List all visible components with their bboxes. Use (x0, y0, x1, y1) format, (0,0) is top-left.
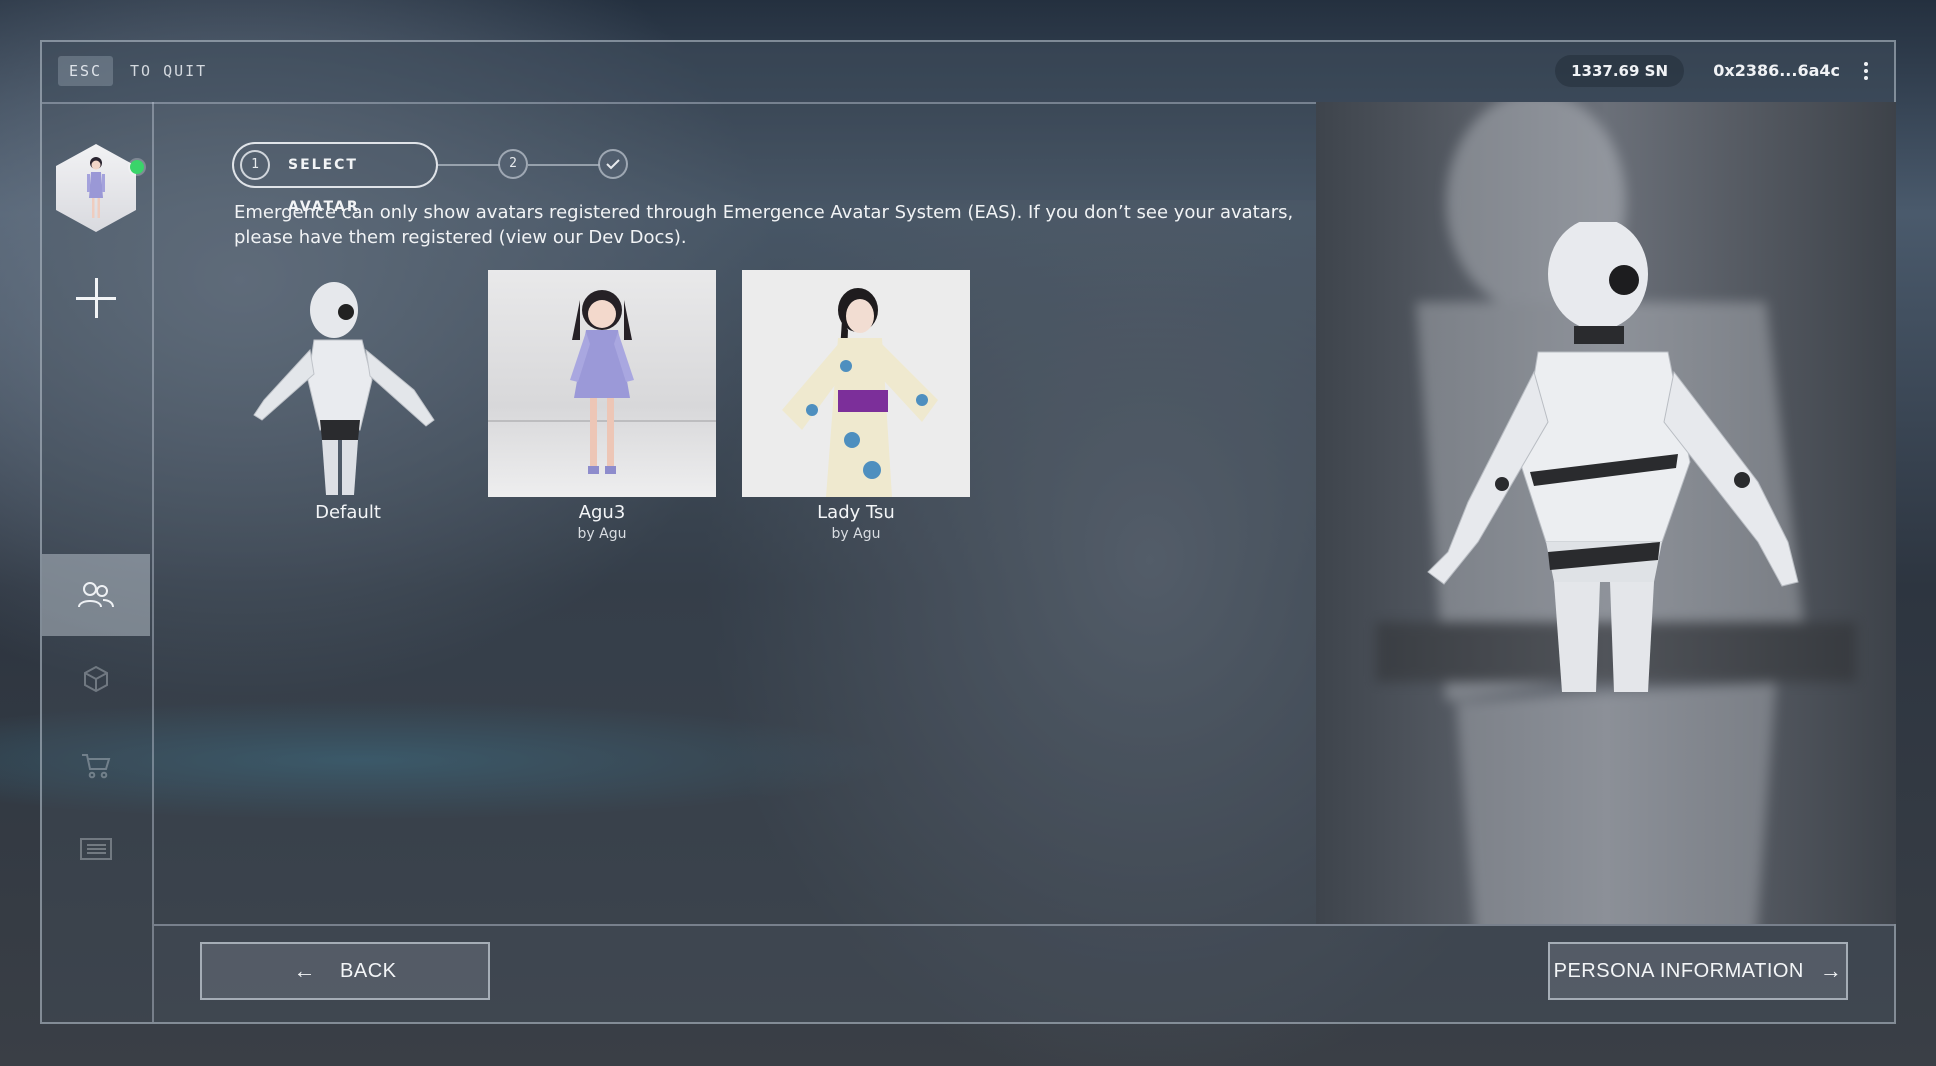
next-button-label: PERSONA INFORMATION (1553, 959, 1804, 982)
agu3-avatar-image (488, 290, 716, 474)
sidebar-item-marketplace[interactable] (42, 724, 150, 806)
avatar-thumbnail (742, 270, 970, 497)
wallet-address[interactable]: 0x2386...6a4c (1713, 55, 1840, 87)
add-persona-icon[interactable] (76, 278, 116, 318)
step-final[interactable] (598, 149, 628, 179)
avatar-figure (87, 157, 105, 218)
main-content: 1 SELECT AVATAR 2 Emergence can only sho… (154, 102, 1316, 924)
persona-avatar[interactable] (56, 144, 136, 232)
sidebar-item-avatars[interactable] (42, 554, 150, 636)
sidebar-item-news[interactable] (42, 808, 150, 890)
avatar-name: Default (315, 502, 381, 523)
check-icon (606, 159, 620, 170)
avatar-thumbnail (488, 270, 716, 497)
cube-icon (84, 665, 108, 693)
lady-tsu-avatar-image (782, 288, 938, 497)
selected-avatar-model (1427, 222, 1799, 692)
step-select-avatar[interactable]: 1 SELECT AVATAR (232, 142, 438, 215)
people-icon (78, 582, 114, 608)
avatar-card[interactable]: Default (234, 270, 462, 526)
avatar-name: Lady Tsu (817, 502, 895, 523)
step-connector (528, 164, 600, 166)
avatar-card[interactable]: Agu3 by Agu (488, 270, 716, 542)
cart-icon (82, 754, 111, 779)
step-connector (438, 164, 500, 166)
avatar-card[interactable]: Lady Tsu by Agu (742, 270, 970, 542)
avatar-name: Agu3 (578, 502, 626, 523)
token-balance: 1337.69 SN (1555, 55, 1684, 87)
eas-notice: Emergence can only show avatars register… (234, 202, 1294, 248)
avatar-creator: by Agu (831, 526, 881, 542)
persona-information-button[interactable]: PERSONA INFORMATION → (1548, 942, 1848, 1000)
top-bar: ESC TO QUIT 1337.69 SN 0x2386...6a4c (42, 42, 1894, 104)
avatar-creator: by Agu (577, 526, 627, 542)
robot-avatar-image (253, 282, 435, 495)
more-options-icon[interactable] (1860, 60, 1872, 82)
arrow-left-icon: ← (293, 958, 317, 983)
avatar-selection-panel: ESC TO QUIT 1337.69 SN 0x2386...6a4c 1 S… (40, 40, 1896, 1024)
footer-bar: ← BACK PERSONA INFORMATION → (154, 924, 1894, 1022)
avatar-thumbnail (234, 270, 462, 497)
arrow-right-icon: → (1819, 958, 1843, 983)
back-button[interactable]: ← BACK (200, 942, 490, 1000)
avatar-preview (1316, 102, 1896, 924)
esc-key-badge[interactable]: ESC (58, 56, 114, 86)
step-number: 1 (240, 150, 270, 180)
online-status-indicator (130, 160, 144, 174)
step-2[interactable]: 2 (498, 149, 528, 179)
news-icon (80, 838, 112, 860)
quit-hint: TO QUIT (130, 62, 208, 80)
sidebar (42, 102, 154, 1022)
back-button-label: BACK (340, 959, 397, 982)
sidebar-item-inventory[interactable] (42, 638, 150, 720)
